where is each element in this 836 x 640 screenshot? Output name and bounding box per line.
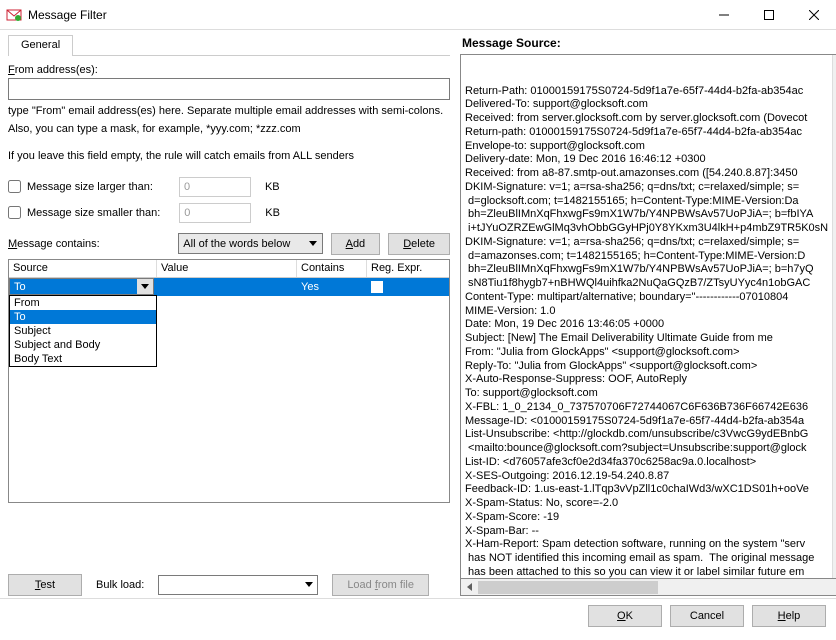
- title-bar: Message Filter: [0, 0, 836, 30]
- message-source-text[interactable]: Return-Path: 01000159175S0724-5d9f1a7e-6…: [460, 54, 836, 579]
- source-dropdown[interactable]: From To Subject Subject and Body Body Te…: [9, 295, 157, 367]
- scroll-right-icon[interactable]: [832, 579, 836, 596]
- delete-button[interactable]: Delete: [388, 233, 450, 255]
- horizontal-scrollbar[interactable]: [460, 579, 836, 596]
- col-regexpr[interactable]: Reg. Expr.: [367, 260, 449, 277]
- col-value[interactable]: Value: [157, 260, 297, 277]
- from-help3: If you leave this field empty, the rule …: [8, 149, 450, 163]
- minimize-button[interactable]: [701, 0, 746, 29]
- from-input[interactable]: [8, 78, 450, 100]
- table-row[interactable]: To Yes: [9, 278, 449, 296]
- tab-general[interactable]: General: [8, 35, 73, 56]
- scrollbar-thumb[interactable]: [478, 581, 658, 594]
- dropdown-item-subject[interactable]: Subject: [10, 324, 156, 338]
- chevron-down-icon[interactable]: [137, 279, 153, 294]
- help-button[interactable]: Help: [752, 605, 826, 627]
- test-button[interactable]: Test: [8, 574, 82, 596]
- close-button[interactable]: [791, 0, 836, 29]
- maximize-button[interactable]: [746, 0, 791, 29]
- size-smaller-input: [179, 203, 251, 223]
- col-source[interactable]: Source: [9, 260, 157, 277]
- regexpr-cell[interactable]: [367, 280, 449, 294]
- dropdown-item-from[interactable]: From: [10, 296, 156, 310]
- bulk-load-dropdown[interactable]: [158, 575, 318, 595]
- bulk-load-label: Bulk load:: [96, 579, 144, 591]
- from-label: From address(es):: [8, 64, 450, 76]
- load-from-file-button[interactable]: Load from file: [332, 574, 429, 596]
- scroll-left-icon[interactable]: [461, 579, 478, 596]
- dropdown-item-body[interactable]: Body Text: [10, 352, 156, 366]
- from-help1: type "From" email address(es) here. Sepa…: [8, 104, 450, 118]
- app-icon: [6, 7, 22, 23]
- size-smaller-checkbox[interactable]: [8, 206, 21, 219]
- match-mode-dropdown[interactable]: All of the words below: [178, 233, 322, 254]
- size-larger-checkbox[interactable]: [8, 180, 21, 193]
- message-source-title: Message Source:: [460, 34, 836, 54]
- ok-button[interactable]: OK: [588, 605, 662, 627]
- col-contains[interactable]: Contains: [297, 260, 367, 277]
- size-larger-input: [179, 177, 251, 197]
- dropdown-item-subject-body[interactable]: Subject and Body: [10, 338, 156, 352]
- source-cell-select[interactable]: To: [9, 278, 154, 295]
- kb-unit-2: KB: [265, 207, 280, 219]
- add-button[interactable]: Add: [331, 233, 381, 255]
- size-smaller-label: Message size smaller than:: [27, 207, 160, 219]
- value-cell[interactable]: [157, 286, 297, 288]
- size-larger-label: Message size larger than:: [27, 181, 153, 193]
- checkbox-icon: [371, 281, 383, 293]
- kb-unit-1: KB: [265, 181, 280, 193]
- conditions-table: Source Value Contains Reg. Expr. To Yes …: [8, 259, 450, 503]
- cancel-button[interactable]: Cancel: [670, 605, 744, 627]
- contains-label: Message contains:: [8, 238, 170, 250]
- dropdown-item-to[interactable]: To: [10, 310, 156, 324]
- window-title: Message Filter: [28, 8, 701, 22]
- tab-bar: General: [8, 34, 450, 56]
- contains-cell[interactable]: Yes: [297, 280, 367, 294]
- dialog-footer: OK Cancel Help: [0, 598, 836, 632]
- from-help2: Also, you can type a mask, for example, …: [8, 122, 450, 136]
- vertical-scrollbar[interactable]: [832, 55, 836, 578]
